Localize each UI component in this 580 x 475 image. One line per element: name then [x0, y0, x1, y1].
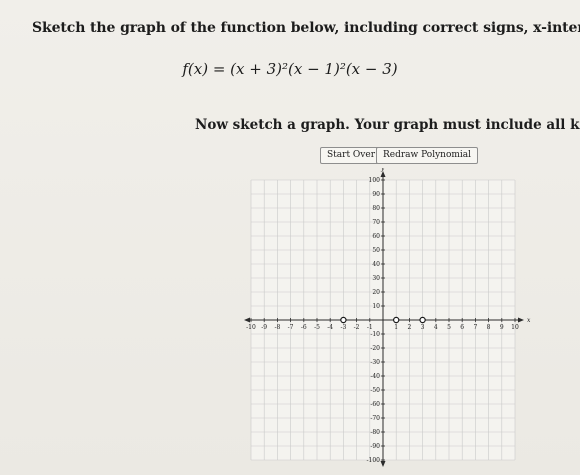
y-axis-arrow-down-icon	[380, 461, 386, 467]
y-tick-label: 40	[372, 261, 380, 268]
coordinate-graph[interactable]: x y -10 -9 -8 -7 -6 -5 -4 -3 -2 -1 1 2 3 4 5 6 7 8 9 10 100 90 8…	[235, 165, 540, 468]
y-tick-label: -10	[370, 331, 380, 338]
draggable-intercept-point[interactable]	[419, 316, 426, 324]
x-tick-label: -1	[367, 324, 373, 331]
x-tick-label: 3	[421, 324, 425, 331]
x-tick-label: -3	[340, 324, 346, 331]
x-tick-label: -7	[288, 324, 294, 331]
x-tick-label: 10	[511, 324, 519, 331]
y-tick-label: -90	[370, 443, 380, 450]
x-tick-label: -10	[246, 324, 256, 331]
y-tick-label: -70	[370, 415, 380, 422]
start-over-button[interactable]: Start Over	[320, 147, 383, 164]
y-tick-label: -80	[370, 429, 380, 436]
x-tick-label: -5	[314, 324, 320, 331]
y-tick-label: 90	[372, 191, 380, 198]
x-tick-label: 7	[473, 324, 477, 331]
y-tick-label: 70	[372, 219, 380, 226]
question-prompt: Sketch the graph of the function below, …	[32, 20, 580, 36]
x-tick-label: 5	[447, 324, 451, 331]
page: Sketch the graph of the function below, …	[0, 0, 580, 475]
function-equation: f(x) = (x + 3)²(x − 1)²(x − 3)	[182, 60, 398, 78]
y-tick-label: -50	[370, 387, 380, 394]
graph-area[interactable]: x y -10 -9 -8 -7 -6 -5 -4 -3 -2 -1 1 2 3 4 5 6 7 8 9 10 100 90 8…	[235, 165, 540, 468]
x-tick-label: 4	[434, 324, 438, 331]
y-tick-label: -40	[370, 373, 380, 380]
y-tick-label: 100	[369, 177, 381, 184]
x-tick-label: 9	[500, 324, 504, 331]
y-tick-label: 60	[372, 233, 380, 240]
x-tick-label: -2	[354, 324, 360, 331]
y-tick-label: 10	[372, 303, 380, 310]
y-tick-label: 30	[372, 275, 380, 282]
y-tick-label: -100	[367, 457, 381, 464]
y-tick-label: -60	[370, 401, 380, 408]
y-tick-label: -20	[370, 345, 380, 352]
y-tick-label: 50	[372, 247, 380, 254]
draggable-intercept-point[interactable]	[392, 316, 400, 324]
x-axis-arrow-left-icon	[244, 317, 250, 323]
graph-instruction: Now sketch a graph. Your graph must incl…	[195, 117, 580, 133]
x-tick-label: -4	[327, 324, 333, 331]
x-tick-label: 1	[394, 324, 398, 331]
x-tick-label: -8	[274, 324, 280, 331]
x-tick-label: 8	[487, 324, 491, 331]
x-tick-label: -9	[261, 324, 267, 331]
y-axis-label: y	[380, 168, 385, 172]
y-tick-label: -30	[370, 359, 380, 366]
x-tick-label: 6	[460, 324, 464, 331]
x-tick-label: -6	[301, 324, 307, 331]
y-tick-label: 80	[372, 205, 380, 212]
y-tick-label: 20	[372, 289, 380, 296]
x-axis-arrow-right-icon	[518, 317, 524, 323]
redraw-polynomial-button[interactable]: Redraw Polynomial	[376, 147, 479, 164]
x-tick-label: 2	[407, 324, 411, 331]
x-axis-label: x	[527, 317, 531, 324]
draggable-intercept-point[interactable]	[340, 316, 347, 324]
